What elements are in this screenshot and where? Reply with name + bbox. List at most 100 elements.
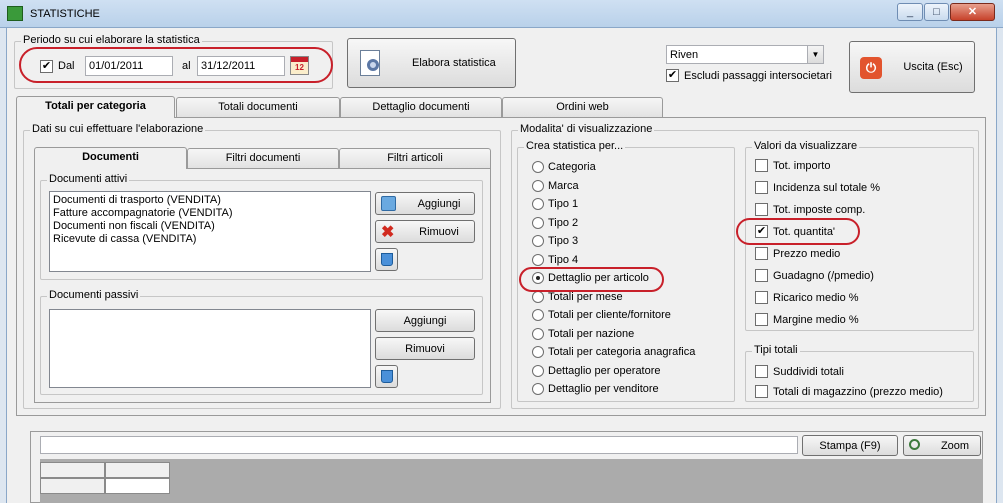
totals-legend: Tipi totali <box>752 344 800 356</box>
to-label: al <box>182 60 191 72</box>
print-button[interactable]: Stampa (F9) <box>802 435 898 456</box>
value-checkbox[interactable] <box>755 247 768 260</box>
from-date-checkbox[interactable]: ✔ <box>40 60 53 73</box>
list-item[interactable]: Fatture accompagnatorie (VENDITA) <box>53 207 367 220</box>
value-checkbox[interactable] <box>755 291 768 304</box>
value-checkbox-label: Ricarico medio % <box>773 292 859 304</box>
suddividi-checkbox[interactable] <box>755 365 768 378</box>
value-checkbox[interactable] <box>755 313 768 326</box>
radio-option[interactable] <box>532 346 544 358</box>
radio-option[interactable] <box>532 216 544 229</box>
value-checkbox[interactable] <box>755 159 768 172</box>
minimize-button[interactable]: _ <box>897 3 923 21</box>
suddividi-label: Suddividi totali <box>773 366 844 378</box>
value-checkbox[interactable] <box>755 269 768 282</box>
power-icon: ⏻ <box>860 57 882 79</box>
elabora-label: Elabora statistica <box>412 57 496 69</box>
grid-header-cell <box>40 462 105 478</box>
value-checkbox[interactable]: ✔ <box>755 225 768 238</box>
passive-remove-button[interactable]: Rimuovi <box>375 337 475 360</box>
results-search-input[interactable] <box>40 436 798 454</box>
active-remove-label: Rimuovi <box>419 225 459 238</box>
magazzino-label: Totali di magazzino (prezzo medio) <box>773 386 943 398</box>
active-remove-button[interactable]: ✖ Rimuovi <box>375 220 475 243</box>
active-docs-list[interactable]: Documenti di trasporto (VENDITA) Fatture… <box>49 191 371 272</box>
radio-option-label: Dettaglio per venditore <box>548 383 659 395</box>
active-add-button[interactable]: Aggiungi <box>375 192 475 215</box>
elabora-button[interactable]: Elabora statistica <box>347 38 516 88</box>
active-clear-button[interactable] <box>375 248 398 271</box>
tab-totali-categoria[interactable]: Totali per categoria <box>16 96 175 118</box>
passive-add-button[interactable]: Aggiungi <box>375 309 475 332</box>
tab-filtri-articoli[interactable]: Filtri articoli <box>339 148 491 168</box>
radio-option-label: Totali per mese <box>548 290 623 303</box>
zoom-label: Zoom <box>940 439 970 452</box>
passive-docs-list[interactable] <box>49 309 371 388</box>
chevron-down-icon[interactable]: ▼ <box>807 46 823 63</box>
tab-dettaglio-documenti[interactable]: Dettaglio documenti <box>340 97 502 117</box>
app-icon <box>7 6 23 21</box>
title-bar: STATISTICHE _ □ ✕ <box>0 0 1003 28</box>
value-checkbox[interactable] <box>755 181 768 194</box>
tab-ordini-web[interactable]: Ordini web <box>502 97 663 117</box>
tab-totali-documenti[interactable]: Totali documenti <box>176 97 340 117</box>
active-docs-legend: Documenti attivi <box>47 173 130 185</box>
grid-header-cell <box>105 462 170 478</box>
tab-filtri-documenti[interactable]: Filtri documenti <box>187 148 339 168</box>
display-legend: Modalita' di visualizzazione <box>518 123 655 135</box>
trash-icon <box>380 370 393 383</box>
to-date-input[interactable]: 31/12/2011 <box>197 56 285 76</box>
period-legend: Periodo su cui elaborare la statistica <box>21 34 202 46</box>
company-dropdown[interactable]: Riven ▼ <box>666 45 824 64</box>
radio-option-label: Totali per nazione <box>548 327 635 340</box>
radio-option[interactable] <box>532 161 544 173</box>
results-grid[interactable] <box>40 459 983 503</box>
value-checkbox-label: Tot. importo <box>773 160 831 172</box>
exclude-label: Escludi passaggi intersocietari <box>684 70 832 82</box>
list-item[interactable]: Documenti di trasporto (VENDITA) <box>53 194 367 207</box>
radio-option-label: Tipo 4 <box>548 253 579 266</box>
magazzino-checkbox[interactable] <box>755 385 768 398</box>
radio-option[interactable] <box>532 309 544 321</box>
dropdown-value: Riven <box>670 49 699 61</box>
passive-clear-button[interactable] <box>375 365 398 388</box>
exit-button[interactable]: ⏻ Uscita (Esc) <box>849 41 975 93</box>
active-add-label: Aggiungi <box>417 197 461 210</box>
radio-option[interactable] <box>532 179 544 192</box>
radio-option[interactable] <box>532 253 544 266</box>
radio-option[interactable] <box>532 327 544 340</box>
maximize-button[interactable]: □ <box>924 3 949 21</box>
radio-option[interactable] <box>532 235 544 247</box>
magnifier-icon <box>909 439 920 450</box>
radio-option-label: Tipo 1 <box>548 198 579 210</box>
calendar-icon[interactable]: 12 <box>290 56 309 75</box>
radio-option-label: Dettaglio per articolo <box>548 272 649 284</box>
radio-option[interactable] <box>532 272 544 284</box>
list-item[interactable]: Ricevute di cassa (VENDITA) <box>53 233 367 246</box>
list-item[interactable]: Documenti non fiscali (VENDITA) <box>53 220 367 233</box>
tab-documenti[interactable]: Documenti <box>34 147 187 169</box>
radio-option[interactable] <box>532 198 544 210</box>
radio-option[interactable] <box>532 290 544 303</box>
create-legend: Crea statistica per... <box>524 140 626 152</box>
from-date-input[interactable]: 01/01/2011 <box>85 56 173 76</box>
radio-option[interactable] <box>532 383 544 395</box>
from-label: Dal <box>58 60 75 72</box>
data-group-legend: Dati su cui effettuare l'elaborazione <box>30 123 206 135</box>
value-checkbox[interactable] <box>755 203 768 216</box>
value-checkbox-label: Tot. quantita' <box>773 226 836 238</box>
window-client: Periodo su cui elaborare la statistica ✔… <box>6 28 997 503</box>
value-checkbox-label: Guadagno (/pmedio) <box>773 270 874 282</box>
radio-option[interactable] <box>532 364 544 377</box>
close-button[interactable]: ✕ <box>950 3 995 21</box>
grid-cell[interactable] <box>105 478 170 494</box>
radio-option-label: Totali per cliente/fornitore <box>548 309 671 321</box>
value-checkbox-label: Incidenza sul totale % <box>773 182 881 194</box>
remove-x-icon: ✖ <box>381 224 395 241</box>
exclude-checkbox[interactable]: ✔ <box>666 69 679 82</box>
value-checkbox-label: Margine medio % <box>773 314 859 326</box>
radio-option-label: Dettaglio per operatore <box>548 364 661 377</box>
value-checkbox-label: Prezzo medio <box>773 248 841 260</box>
zoom-button[interactable]: Zoom <box>903 435 981 456</box>
values-legend: Valori da visualizzare <box>752 140 860 152</box>
